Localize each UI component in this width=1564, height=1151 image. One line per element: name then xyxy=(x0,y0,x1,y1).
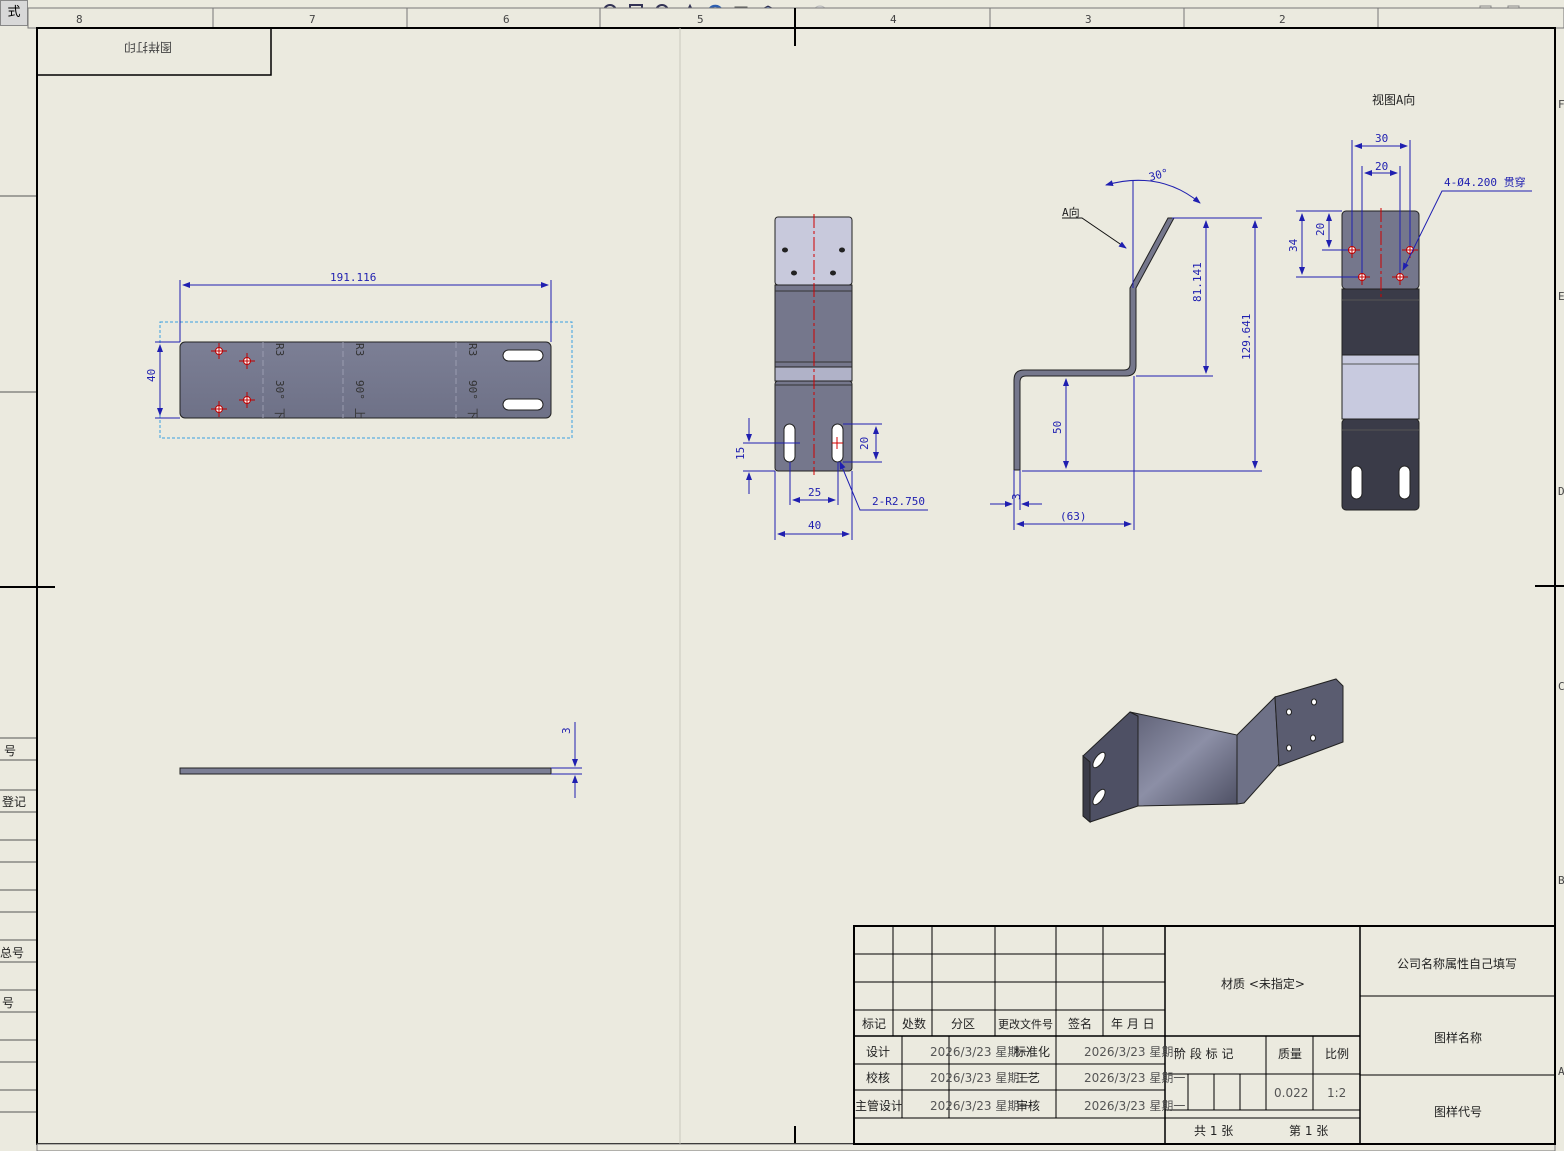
ruler-label-F: F xyxy=(1558,98,1564,111)
ruler-label-2: 2 xyxy=(1279,13,1286,26)
dim-slot-length: 20 xyxy=(858,437,871,450)
mass-value: 0.022 xyxy=(1274,1086,1308,1100)
front-view[interactable]: 40 25 15 20 2-R2.750 xyxy=(734,214,928,540)
dim-total-height: 129.641 xyxy=(1240,314,1253,360)
row-check-role2: 工艺 xyxy=(1016,1071,1040,1085)
dim-flat-width: 40 xyxy=(145,369,158,382)
left-strip xyxy=(0,195,55,1113)
ruler-label-D: D xyxy=(1558,485,1564,498)
left-strip-label-1: 号 xyxy=(4,744,16,758)
dim-thickness: 3 xyxy=(560,727,573,734)
ruler-label-7: 7 xyxy=(309,13,316,26)
view-a-bend xyxy=(1341,354,1420,420)
bend-note-1: R3 xyxy=(273,343,286,356)
ruler-label-6: 6 xyxy=(503,13,510,26)
side-view[interactable]: 30° A向 81.141 129.641 50 3 (63) xyxy=(990,166,1262,530)
row-design-role: 设计 xyxy=(866,1045,890,1059)
drawing-name: 图样名称 xyxy=(1434,1030,1482,1045)
hole-callout: 4-Ø4.200 贯穿 xyxy=(1444,175,1526,189)
row-check-role: 校核 xyxy=(866,1070,890,1085)
row-lead-role: 主管设计 xyxy=(855,1098,903,1113)
dim-reference-width: (63) xyxy=(1060,510,1087,523)
row-lead-date2: 2026/3/23 星期一 xyxy=(1084,1099,1185,1113)
company-name: 公司名称属性自己填写 xyxy=(1397,956,1517,971)
header-signature: 签名 xyxy=(1068,1016,1092,1031)
dim-hole-vertical-20: 20 xyxy=(1314,223,1327,236)
isometric-view[interactable] xyxy=(1082,678,1344,824)
flat-pattern-view[interactable]: R3 30° 下 R3 90° 上 R3 90° 下 191.116 40 xyxy=(145,271,573,439)
ruler-label-4: 4 xyxy=(890,13,897,26)
left-strip-label-4: 号 xyxy=(2,996,14,1010)
view-a[interactable]: 视图A向 30 20 20 34 4-Ø4.200 贯穿 xyxy=(1287,92,1532,511)
dim-bend-angle: 30° xyxy=(1147,166,1170,184)
slot xyxy=(502,398,544,411)
stage-label: 阶 段 标 记 xyxy=(1174,1046,1233,1061)
view-label-text: 图样打印 xyxy=(124,40,172,55)
header-date: 年 月 日 xyxy=(1111,1017,1155,1031)
slot-radius-note: 2-R2.750 xyxy=(872,495,925,508)
dim-hole-span-30: 30 xyxy=(1375,132,1388,145)
left-strip-label-2: 登记 xyxy=(2,794,26,809)
ruler-label-8: 8 xyxy=(76,13,83,26)
row-check-date2: 2026/3/23 星期一 xyxy=(1084,1071,1185,1085)
sheet-border xyxy=(36,27,1556,1145)
dim-front-width: 40 xyxy=(808,519,821,532)
view-a-title: 视图A向 xyxy=(1372,92,1415,107)
header-count: 处数 xyxy=(902,1016,926,1031)
header-change-doc: 更改文件号 xyxy=(998,1017,1053,1031)
ruler-label-B: B xyxy=(1558,874,1564,887)
bend-angle-3: 90° xyxy=(466,380,479,400)
bend-note-3: R3 xyxy=(466,343,479,356)
ruler-label-C: C xyxy=(1558,680,1564,693)
row-design-role2: 标准化 xyxy=(1014,1045,1050,1059)
bend-dir-1: 下 xyxy=(273,408,286,419)
header-mark: 标记 xyxy=(862,1017,886,1031)
dim-hole-span-20: 20 xyxy=(1375,160,1388,173)
dim-slot-spacing: 25 xyxy=(808,486,821,499)
drawing-code: 图样代号 xyxy=(1434,1104,1482,1119)
edge-body xyxy=(179,767,552,775)
row-lead-role2: 审核 xyxy=(1016,1098,1040,1113)
slot xyxy=(1350,465,1363,500)
ruler-label-E: E xyxy=(1558,290,1564,303)
total-sheets: 共 1 张 xyxy=(1194,1124,1233,1138)
bend-angle-1: 30° xyxy=(273,380,286,400)
view-arrow-label: A向 xyxy=(1062,205,1080,219)
edge-view[interactable]: 3 xyxy=(179,722,582,798)
dim-flat-length: 191.116 xyxy=(330,271,376,284)
dim-upper-height: 81.141 xyxy=(1191,262,1204,302)
dim-side-thickness: 3 xyxy=(1010,493,1023,500)
bend-dir-2: 上 xyxy=(353,408,366,419)
ruler-label-A: A xyxy=(1558,1065,1564,1078)
mass-label: 质量 xyxy=(1278,1047,1302,1061)
bend-dir-3: 下 xyxy=(466,408,479,419)
ruler-label-5: 5 xyxy=(697,13,704,26)
scale-label: 比例 xyxy=(1325,1047,1349,1061)
slot xyxy=(502,349,544,362)
slot xyxy=(1398,465,1411,500)
drawing-sheet[interactable]: 8 7 6 5 4 3 2 F E D C B A 号 登记 总号 号 图样打印 xyxy=(0,0,1564,1151)
scale-value: 1:2 xyxy=(1327,1086,1346,1100)
ruler-label-3: 3 xyxy=(1085,13,1092,26)
sheet-number: 第 1 张 xyxy=(1289,1124,1328,1138)
bend-note-2: R3 xyxy=(353,343,366,356)
view-a-dark-face xyxy=(1341,288,1420,356)
bend-angle-2: 90° xyxy=(353,380,366,400)
dim-lower-height: 50 xyxy=(1051,421,1064,434)
dim-slot-offset: 15 xyxy=(734,447,747,460)
header-zone: 分区 xyxy=(951,1017,975,1031)
material-label: 材质 <未指定> xyxy=(1221,976,1305,991)
row-design-date2: 2026/3/23 星期一 xyxy=(1084,1045,1185,1059)
left-strip-label-3: 总号 xyxy=(0,946,24,960)
side-profile xyxy=(1013,217,1175,471)
dim-hole-vertical-34: 34 xyxy=(1287,238,1300,252)
